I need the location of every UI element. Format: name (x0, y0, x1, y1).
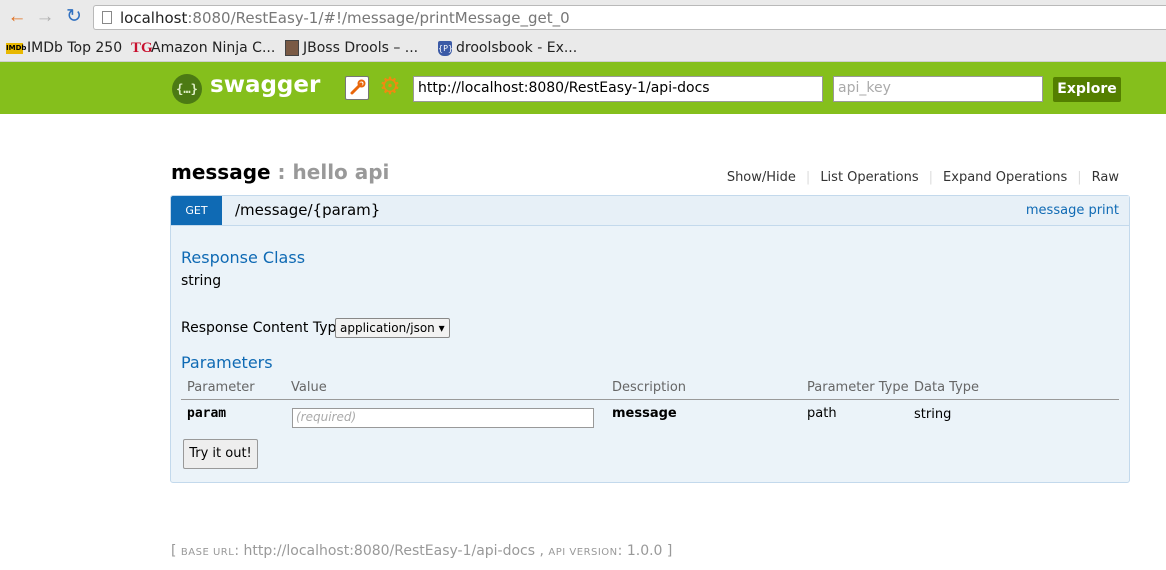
param-type: path (807, 406, 837, 421)
api-key-input[interactable]: api_key (833, 76, 1043, 102)
param-name: param (187, 406, 227, 421)
back-arrow-icon[interactable]: ← (6, 6, 28, 28)
column-header-description: Description (612, 380, 687, 395)
photo-icon (285, 40, 299, 56)
wrench-icon[interactable] (345, 76, 369, 100)
column-header-parameter-type: Parameter Type (807, 380, 909, 395)
bookmark-droolsbook[interactable]: {P} droolsbook - Ex... (438, 38, 577, 58)
show-hide-link[interactable]: Show/Hide (717, 170, 806, 185)
operation-panel: GET /message/{param} message print Respo… (170, 195, 1130, 483)
bookmark-label: IMDb Top 250 (27, 40, 123, 56)
url-path: :8080/RestEasy-1/#!/message/printMessage… (187, 9, 570, 27)
param-data-type: string (914, 407, 952, 422)
response-class-value: string (181, 273, 222, 289)
try-it-out-button[interactable]: Try it out! (183, 439, 258, 469)
explore-button[interactable]: Explore (1053, 77, 1121, 102)
bookmark-imdb[interactable]: IMDbIMDb Top 250 (6, 38, 122, 58)
drools-icon: {P} (438, 40, 453, 56)
operation-summary[interactable]: message print (1026, 203, 1119, 218)
table-divider (181, 399, 1119, 400)
http-method-badge[interactable]: GET (171, 196, 222, 225)
base-url-label: BASE URL (180, 547, 235, 558)
raw-link[interactable]: Raw (1082, 170, 1119, 185)
content-type-label: Response Content Type (181, 320, 345, 336)
address-text[interactable]: localhost:8080/RestEasy-1/#!/message/pri… (120, 9, 570, 27)
api-version-label: API VERSION (548, 547, 618, 558)
resource-separator: : (270, 160, 293, 184)
swagger-title[interactable]: swagger (210, 72, 320, 98)
list-operations-link[interactable]: List Operations (810, 170, 928, 185)
api-url-input[interactable]: http://localhost:8080/RestEasy-1/api-doc… (413, 76, 823, 102)
bookmark-label: droolsbook - Ex... (456, 40, 578, 56)
api-version-value: : 1.0.0 ] (617, 543, 673, 559)
api-footer: [ BASE URL: http://localhost:8080/RestEa… (171, 543, 672, 559)
link-divider: | (1077, 170, 1082, 185)
param-value-input[interactable]: (required) (292, 408, 594, 428)
imdb-icon: IMDb (6, 42, 27, 54)
response-class-title: Response Class (181, 248, 306, 267)
chevron-down-icon: ▾ (438, 321, 445, 335)
base-url-value: : http://localhost:8080/RestEasy-1/api-d… (234, 543, 549, 559)
parameters-title: Parameters (181, 353, 273, 372)
url-host: localhost (120, 9, 188, 27)
column-header-value: Value (291, 380, 327, 395)
resource-description: hello api (292, 160, 390, 184)
content-type-select[interactable]: application/json ▾ (335, 318, 450, 338)
footer-bracket-open: [ (171, 543, 181, 559)
bookmark-label: Amazon Ninja C... (151, 40, 276, 56)
operation-path[interactable]: /message/{param} (235, 201, 380, 219)
bookmark-label: JBoss Drools – ... (303, 40, 419, 56)
swagger-header: {…} swagger ⚙ http://localhost:8080/Rest… (0, 62, 1166, 114)
address-bar[interactable]: localhost:8080/RestEasy-1/#!/message/pri… (93, 5, 1166, 30)
param-description: message (612, 406, 677, 421)
content-type-value: application/json (340, 321, 435, 335)
browser-toolbar: ← → ↻ localhost:8080/RestEasy-1/#!/messa… (0, 0, 1166, 35)
resource-name[interactable]: message (171, 160, 271, 184)
operation-heading[interactable]: GET /message/{param} message print (171, 196, 1129, 226)
swagger-logo-icon: {…} (172, 74, 202, 104)
forward-arrow-icon[interactable]: → (34, 6, 56, 28)
bookmark-amazon-ninja[interactable]: TGAmazon Ninja C... (131, 38, 275, 58)
bookmarks-bar: IMDbIMDb Top 250 TGAmazon Ninja C... JBo… (0, 35, 1166, 62)
page-icon (102, 11, 112, 24)
reload-icon[interactable]: ↻ (63, 6, 85, 28)
expand-operations-link[interactable]: Expand Operations (933, 170, 1077, 185)
column-header-data-type: Data Type (914, 380, 980, 395)
resource-links: Show/Hide | List Operations | Expand Operati… (717, 170, 1119, 185)
tg-icon: TG (131, 40, 153, 56)
resource-heading[interactable]: message : hello api (171, 160, 389, 184)
gear-icon[interactable]: ⚙ (377, 74, 403, 100)
column-header-parameter: Parameter (187, 380, 255, 395)
bookmark-jboss-drools[interactable]: JBoss Drools – ... (285, 38, 418, 58)
